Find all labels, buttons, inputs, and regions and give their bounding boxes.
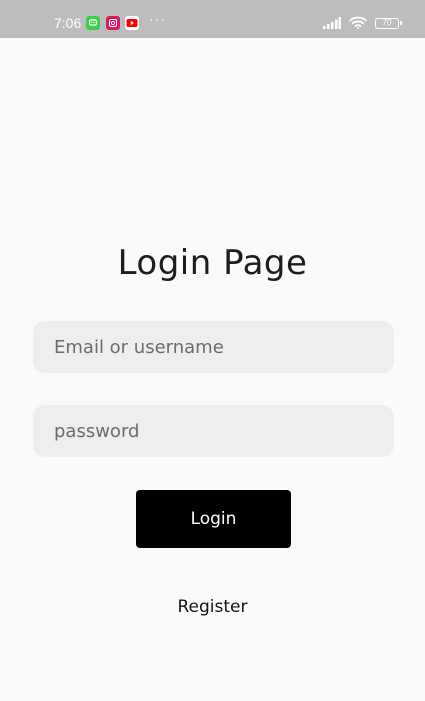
- wifi-icon: [349, 14, 367, 33]
- youtube-icon: [125, 16, 139, 30]
- page-title: Login Page: [117, 243, 308, 283]
- status-icons: 70: [323, 14, 402, 33]
- status-bar: 7:06 ··· 70: [0, 0, 425, 38]
- battery-icon: 70: [375, 17, 402, 29]
- more-notifications-indicator: ···: [149, 11, 166, 27]
- password-input[interactable]: [33, 405, 394, 457]
- signal-icon: [323, 14, 341, 33]
- camera-app-icon: [106, 16, 120, 30]
- status-time: 7:06: [54, 15, 82, 31]
- register-link[interactable]: Register: [0, 596, 425, 618]
- email-or-username-input[interactable]: [33, 321, 394, 373]
- messaging-app-icon: [86, 16, 100, 30]
- login-button[interactable]: Login: [136, 490, 291, 548]
